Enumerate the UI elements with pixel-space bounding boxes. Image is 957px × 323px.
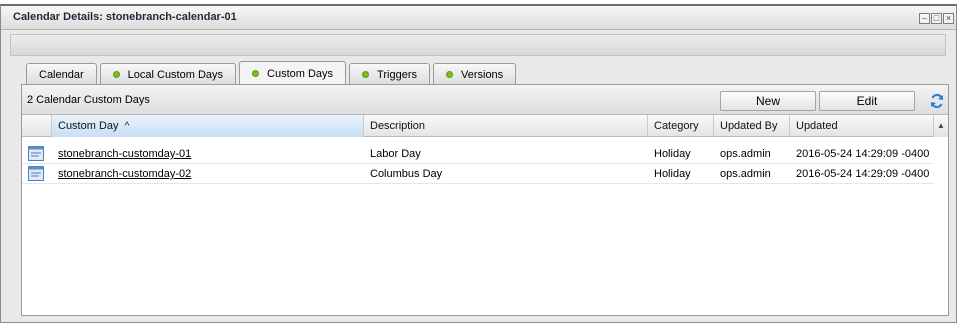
tab-custom-days[interactable]: Custom Days [239, 61, 347, 85]
tab-label: Custom Days [267, 67, 334, 80]
updated-by-cell: ops.admin [720, 148, 771, 160]
tab-label: Versions [460, 68, 504, 81]
tab-calendar[interactable]: Calendar [26, 63, 97, 85]
toolbar-strip [10, 34, 946, 56]
window-titlebar: Calendar Details: stonebranch-calendar-0… [1, 6, 956, 30]
record-count: 2 Calendar Custom Days [27, 94, 150, 106]
table-row[interactable]: stonebranch-customday-02 Columbus Day Ho… [22, 164, 934, 184]
category-cell: Holiday [654, 148, 691, 160]
status-dot-icon [445, 71, 453, 78]
status-dot-icon [112, 71, 120, 78]
sort-ascending-icon: ^ [124, 121, 130, 132]
close-icon[interactable]: × [943, 13, 954, 24]
scroll-up-icon[interactable]: ▲ [934, 115, 948, 137]
restore-icon[interactable]: □ [931, 13, 942, 24]
category-cell: Holiday [654, 168, 691, 180]
panel-header: 2 Calendar Custom Days New Edit [22, 85, 948, 115]
tab-versions[interactable]: Versions [432, 63, 517, 85]
tab-label: Calendar [39, 68, 84, 81]
minimize-icon[interactable]: – [919, 13, 930, 24]
column-header-updated-by[interactable]: Updated By [714, 115, 790, 137]
column-header-description[interactable]: Description [364, 115, 648, 137]
status-dot-icon [362, 71, 370, 78]
column-header-custom-day[interactable]: Custom Day ^ [52, 115, 364, 137]
column-header-updated[interactable]: Updated [790, 115, 934, 137]
description-cell: Columbus Day [370, 168, 443, 180]
calendar-details-window: Calendar Details: stonebranch-calendar-0… [0, 4, 957, 323]
edit-button[interactable]: Edit [819, 91, 915, 111]
updated-cell: 2016-05-24 14:29:09 -0400 [796, 148, 930, 160]
refresh-icon[interactable] [929, 93, 945, 109]
grid-header: Custom Day ^ Description Category Update… [22, 115, 948, 137]
custom-day-link[interactable]: stonebranch-customday-02 [52, 164, 191, 184]
new-button[interactable]: New [720, 91, 816, 111]
custom-day-link[interactable]: stonebranch-customday-01 [52, 144, 191, 164]
custom-day-record-icon [28, 166, 44, 181]
tab-local-custom-days[interactable]: Local Custom Days [99, 63, 237, 85]
window-title: Calendar Details: stonebranch-calendar-0… [13, 11, 237, 23]
tab-label: Local Custom Days [127, 68, 224, 81]
custom-days-panel: 2 Calendar Custom Days New Edit Custom D… [21, 84, 949, 316]
updated-cell: 2016-05-24 14:29:09 -0400 [796, 168, 930, 180]
table-row[interactable]: stonebranch-customday-01 Labor Day Holid… [22, 144, 934, 164]
updated-by-cell: ops.admin [720, 168, 771, 180]
description-cell: Labor Day [370, 148, 421, 160]
details-tabs: Calendar Local Custom Days Custom Days T… [26, 61, 517, 85]
status-dot-icon [252, 70, 260, 77]
tab-triggers[interactable]: Triggers [349, 63, 430, 85]
tab-label: Triggers [377, 68, 417, 81]
row-icon-column-header [22, 115, 52, 137]
custom-day-record-icon [28, 146, 44, 161]
column-header-category[interactable]: Category [648, 115, 714, 137]
